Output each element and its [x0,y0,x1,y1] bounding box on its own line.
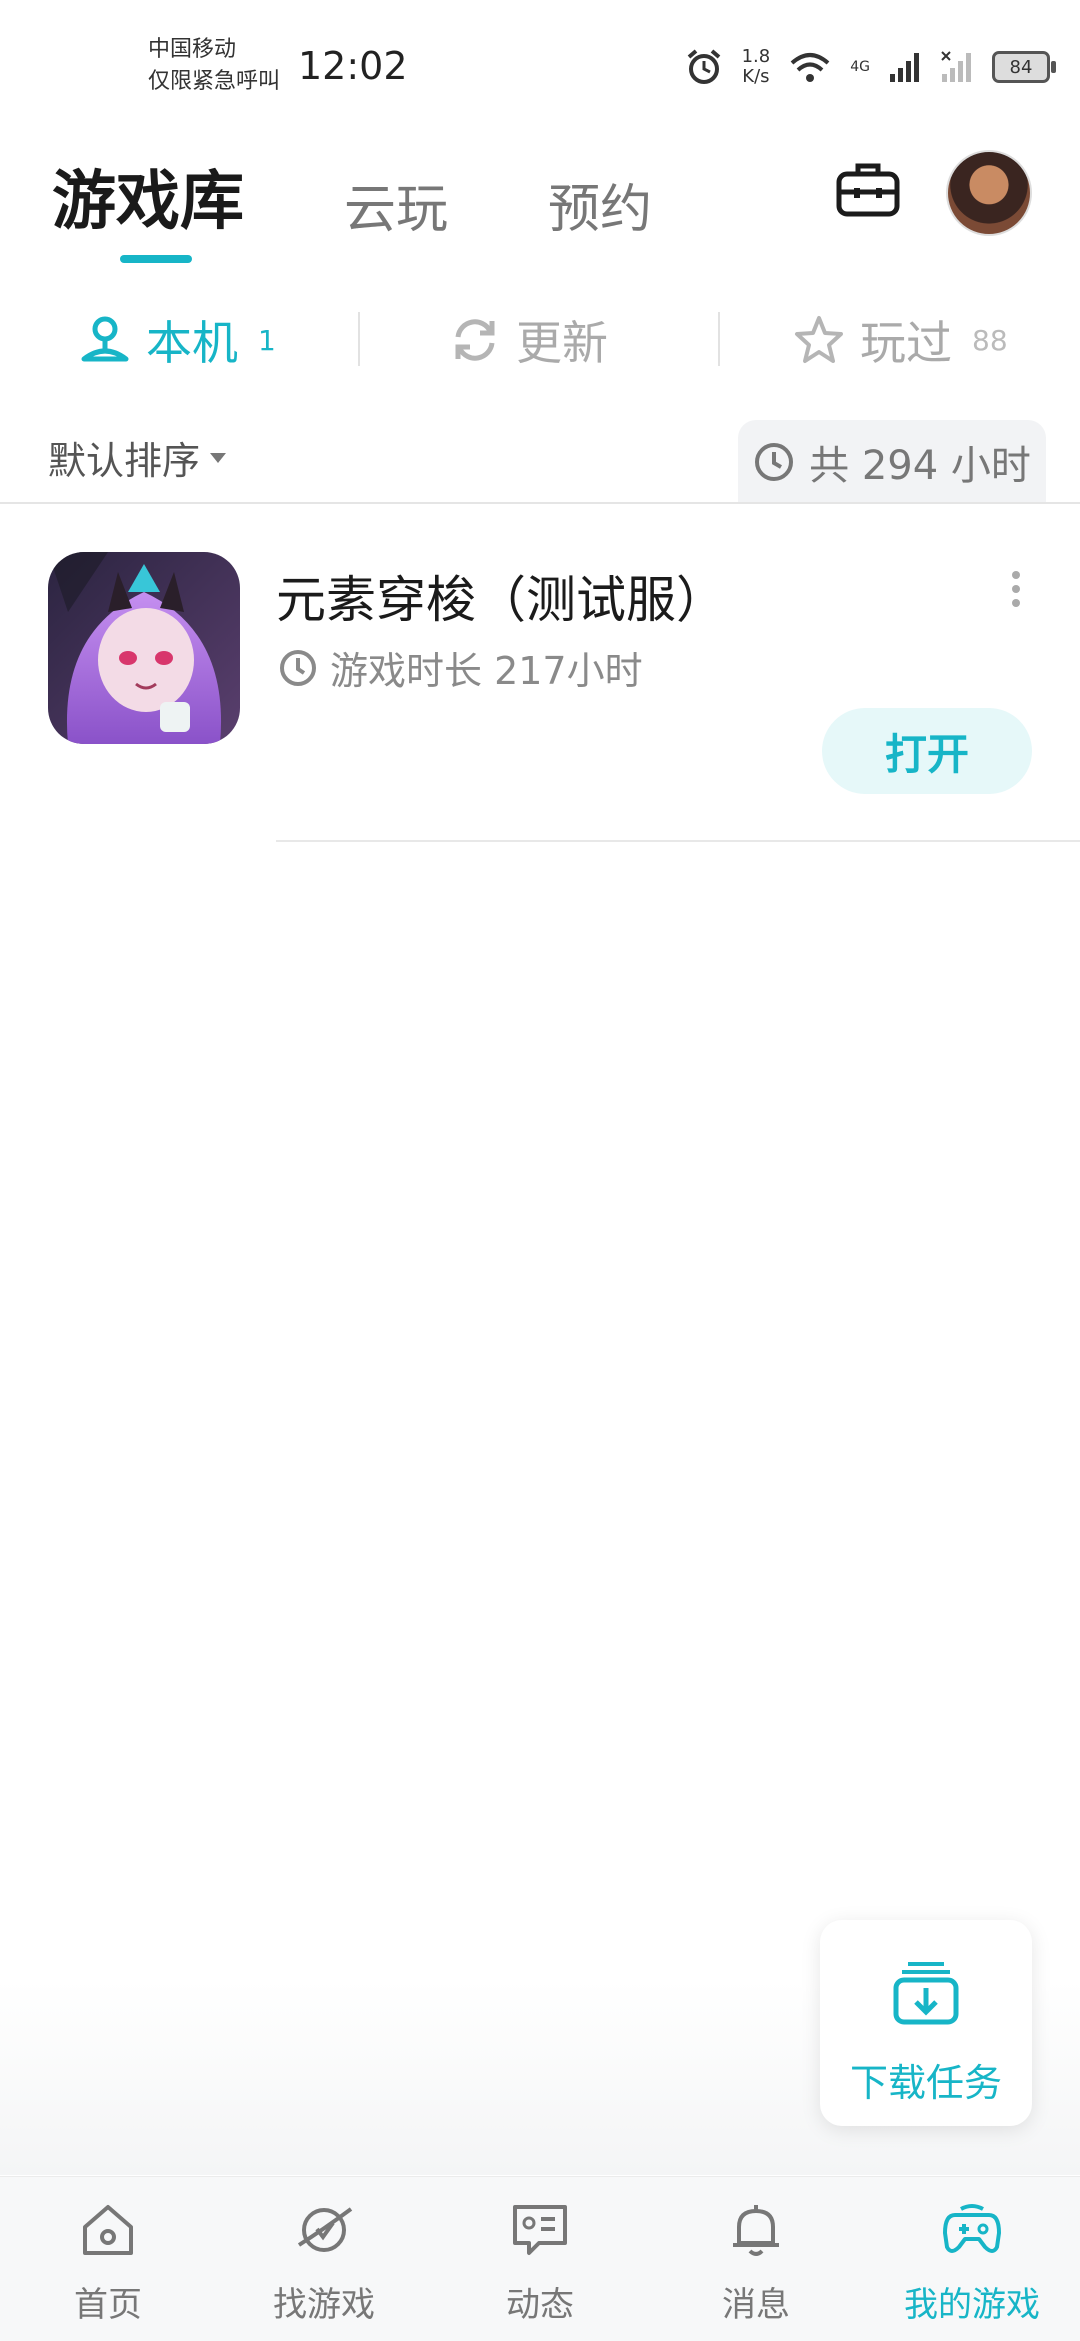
bell-icon [733,2205,779,2256]
total-playtime-text: 共 294 小时 [809,443,1031,489]
main-tabs: 游戏库 云玩 预约 [52,150,752,242]
total-playtime-badge: 共 294 小时 [738,420,1046,504]
nav-my-games-label: 我的游戏 [904,2285,1040,2325]
clock-icon [280,649,316,686]
subtab-local-count: 1 [258,323,276,357]
emergency-only-text: 仅限紧急呼叫 [148,69,281,94]
nav-feed-label: 动态 [506,2285,574,2325]
nav-find-games[interactable]: 找游戏 [216,2177,432,2341]
nav-my-games[interactable]: 我的游戏 [864,2177,1080,2341]
network-type: 4G [850,59,870,75]
subtab-local[interactable]: 本机 1 [78,295,276,385]
active-tab-indicator [120,255,192,263]
game-playtime-text: 游戏时长 217小时 [330,649,643,693]
bottom-nav: 首页 找游戏 动态 消息 我的游戏 [0,2176,1080,2341]
net-speed: 1.8 K/s [742,47,771,87]
avatar[interactable] [946,150,1032,236]
subtab-update-label: 更新 [516,316,608,370]
game-title[interactable]: 元素穿梭（测试服） [276,560,726,632]
nav-home[interactable]: 首页 [0,2177,216,2341]
more-options-icon[interactable] [1010,570,1022,608]
wifi-icon [790,53,830,82]
subtab-update[interactable]: 更新 [448,295,608,385]
star-icon [795,316,843,363]
game-artwork [48,552,240,744]
refresh-icon [455,319,495,361]
tab-reservation[interactable]: 预约 [548,167,652,242]
clock-icon [755,443,794,481]
game-icon[interactable] [48,552,240,744]
subtab-played-count: 88 [972,323,1008,357]
local-device-icon [81,316,129,362]
nav-messages[interactable]: 消息 [648,2177,864,2341]
download-task-button[interactable]: 下载任务 [820,1920,1032,2126]
status-icons: 1.8 K/s 4G 84 [684,42,1056,92]
home-icon [83,2205,133,2255]
net-speed-unit: K/s [742,66,770,87]
tab-game-library[interactable]: 游戏库 [52,150,244,242]
download-icon [893,1962,959,2025]
subtab-divider [718,312,720,366]
nav-feed[interactable]: 动态 [432,2177,648,2341]
status-bar: 中国移动 仅限紧急呼叫 12:02 1.8 K/s 4G 84 [0,0,1080,120]
nav-find-games-label: 找游戏 [273,2285,375,2325]
message-card-icon [513,2205,567,2255]
signal-icon [890,53,919,82]
download-task-label: 下载任务 [849,2061,1002,2105]
subtab-played-label: 玩过 [860,316,952,370]
open-game-button[interactable]: 打开 [822,708,1032,794]
gamepad-icon [943,2204,1001,2253]
subtab-local-label: 本机 [146,316,238,370]
game-playtime: 游戏时长 217小时 [278,640,643,695]
battery-indicator: 84 [992,51,1056,83]
carrier-info: 中国移动 仅限紧急呼叫 [148,34,280,98]
no-signal-icon [941,51,971,82]
divider [0,502,1080,504]
subtab-divider [358,312,360,366]
row-divider [276,840,1080,842]
nav-home-label: 首页 [74,2285,142,2325]
caret-down-icon [210,452,227,463]
tab-cloud-play[interactable]: 云玩 [344,167,448,242]
sort-dropdown[interactable]: 默认排序 [48,430,227,485]
planet-icon [297,2207,353,2252]
sort-label: 默认排序 [48,439,201,483]
carrier-name: 中国移动 [148,37,237,62]
nav-messages-label: 消息 [722,2285,790,2325]
alarm-icon [687,49,720,84]
subtab-played[interactable]: 玩过 88 [792,295,1008,385]
clock: 12:02 [298,44,408,88]
net-speed-value: 1.8 [741,46,771,67]
toolbox-icon[interactable] [836,160,900,218]
